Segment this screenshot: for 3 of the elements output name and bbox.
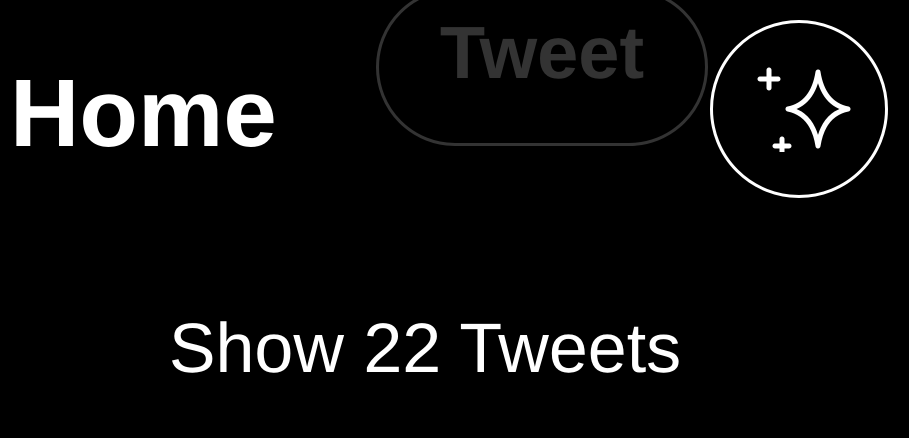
show-new-tweets-button[interactable]: Show 22 Tweets	[168, 310, 682, 387]
page-title: Home	[10, 66, 278, 162]
sparkle-icon	[757, 66, 853, 152]
